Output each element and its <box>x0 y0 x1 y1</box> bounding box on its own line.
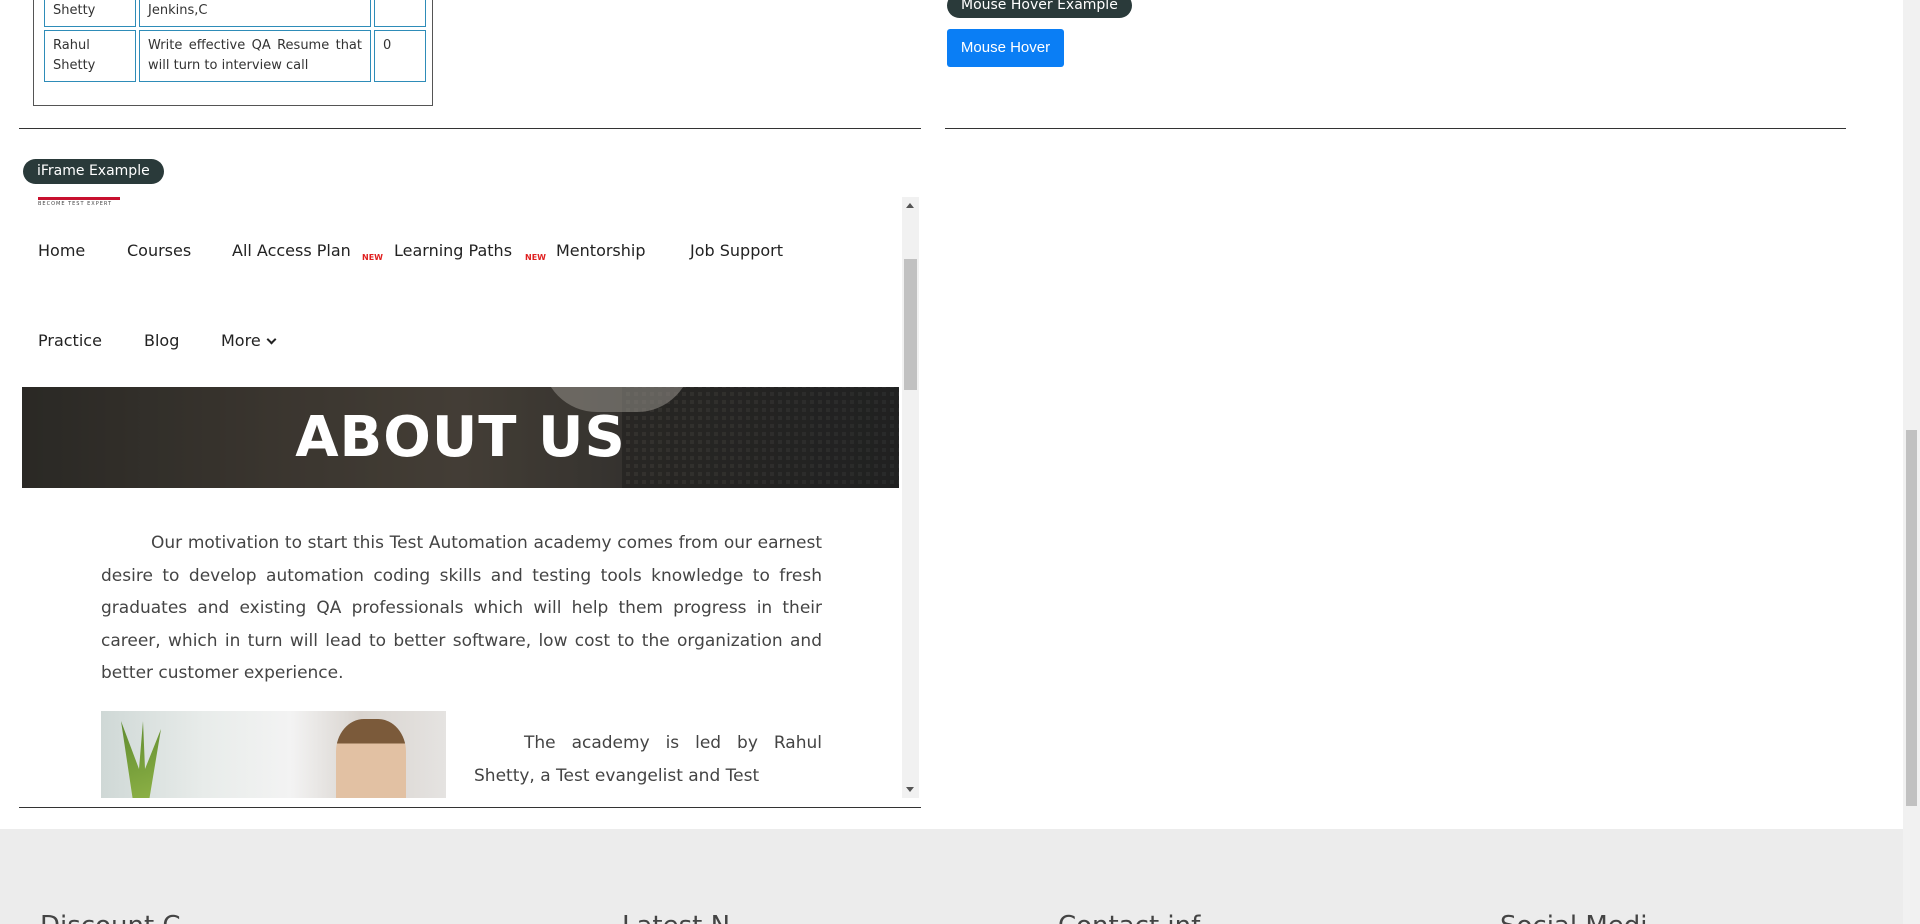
nav-blog[interactable]: Blog <box>144 331 179 350</box>
academy-paragraph: The academy is led by Rahul Shetty, a Te… <box>474 733 822 786</box>
nav-job-support[interactable]: Job Support <box>690 241 783 260</box>
about-us-heading: ABOUT US <box>295 405 626 470</box>
instructor-cell: Rahul Shetty <box>44 30 136 82</box>
section-divider <box>19 807 921 808</box>
mouse-hover-legend: Mouse Hover Example <box>947 0 1132 18</box>
nav-all-access-plan[interactable]: All Access Plan <box>232 241 351 260</box>
table-row: Rahul Shetty Write effective QA Resume t… <box>44 30 426 82</box>
chevron-down-icon <box>266 334 277 345</box>
nav-courses[interactable]: Courses <box>127 241 191 260</box>
section-divider <box>19 128 921 129</box>
courses-table: Rahul Shetty Pageobject, TestNG, Maven, … <box>41 0 429 85</box>
footer-discount-heading: Discount C <box>40 911 181 924</box>
course-cell: Pageobject, TestNG, Maven, Jenkins,C <box>139 0 371 27</box>
mouse-hover-button[interactable]: Mouse Hover <box>947 29 1064 67</box>
page-scrollbar[interactable] <box>1903 0 1920 924</box>
nav-home[interactable]: Home <box>38 241 85 260</box>
team-photo <box>101 711 446 798</box>
iframe-legend: iFrame Example <box>23 159 164 184</box>
nav-mentorship[interactable]: Mentorship <box>556 241 646 260</box>
instructor-cell: Rahul Shetty <box>44 0 136 27</box>
courses-iframe[interactable]: BECOME TEST EXPERT Home Courses All Acce… <box>22 197 919 798</box>
motivation-paragraph: Our motivation to start this Test Automa… <box>101 533 822 683</box>
nav-more-label: More <box>221 331 261 350</box>
iframe-scroll-thumb[interactable] <box>904 259 917 390</box>
nav-more[interactable]: More <box>221 331 277 350</box>
iframe-scrollbar[interactable] <box>902 197 919 798</box>
logo-text: BECOME TEST EXPERT <box>38 201 113 207</box>
course-cell: Write effective QA Resume that will turn… <box>139 30 371 82</box>
site-logo[interactable]: BECOME TEST EXPERT <box>38 197 120 207</box>
new-badge: NEW <box>362 253 383 262</box>
table-row: Rahul Shetty Pageobject, TestNG, Maven, … <box>44 0 426 27</box>
nav-learning-paths[interactable]: Learning Paths <box>394 241 512 260</box>
scroll-up-icon[interactable] <box>906 203 914 208</box>
scroll-down-icon[interactable] <box>906 787 914 792</box>
new-badge: NEW <box>525 253 546 262</box>
about-us-banner: ABOUT US <box>22 387 899 488</box>
price-cell: 0 <box>374 30 426 82</box>
footer-social-heading: Social Medi <box>1500 911 1648 924</box>
footer: Discount C Latest N Contact inf Social M… <box>0 829 1903 924</box>
page-scroll-thumb[interactable] <box>1906 430 1917 806</box>
footer-contact-heading: Contact inf <box>1058 911 1200 924</box>
price-cell: 20 <box>374 0 426 27</box>
footer-latest-news-heading: Latest N <box>622 911 730 924</box>
section-divider <box>945 128 1846 129</box>
nav-practice[interactable]: Practice <box>38 331 102 350</box>
